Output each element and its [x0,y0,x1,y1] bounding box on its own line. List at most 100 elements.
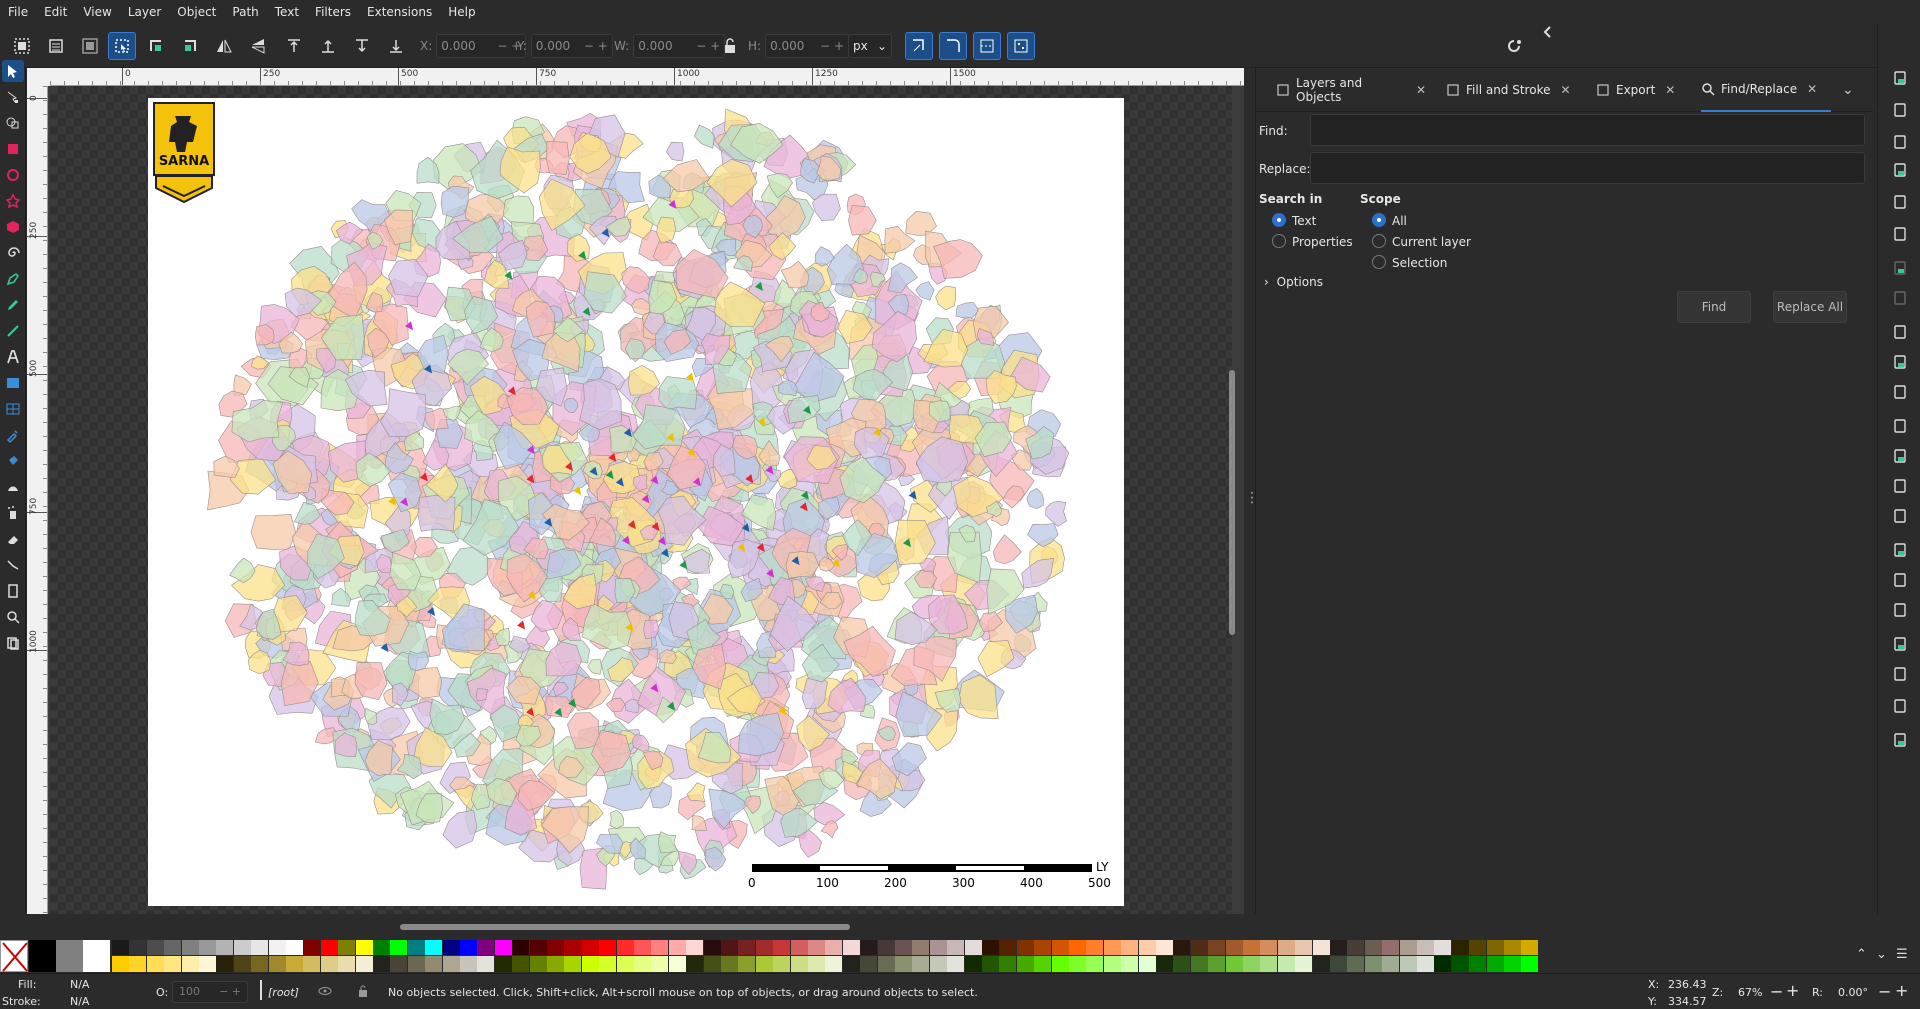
color-swatch[interactable] [529,956,547,972]
color-swatch[interactable] [964,956,982,972]
color-swatch[interactable] [355,940,373,955]
color-swatch[interactable] [1521,956,1539,972]
color-swatch[interactable] [1034,956,1052,972]
color-swatch[interactable] [199,956,216,972]
color-swatch[interactable] [1277,940,1295,955]
color-swatch[interactable] [634,940,651,955]
color-swatch[interactable] [1434,940,1452,955]
color-swatch[interactable] [1208,940,1226,955]
color-swatch[interactable] [338,940,356,955]
no-paint-swatch[interactable] [0,940,28,972]
mesh-tool-icon[interactable] [2,398,24,420]
color-swatch[interactable] [1399,940,1417,955]
stroke-value[interactable]: N/A [70,995,89,1008]
print-icon[interactable] [1890,160,1910,180]
snap-icon[interactable] [1500,32,1528,60]
rotate-minus-icon[interactable]: − [1878,982,1891,1001]
territory-shape[interactable] [658,831,678,854]
color-swatch[interactable] [1138,956,1156,972]
color-swatch[interactable] [999,956,1017,972]
color-swatch[interactable] [1260,940,1278,955]
color-swatch[interactable] [686,940,704,955]
territory-shape[interactable] [977,640,1015,678]
color-swatch[interactable] [83,940,110,972]
menu-text[interactable]: Text [267,0,307,24]
color-swatch[interactable] [494,940,512,955]
color-swatch[interactable] [616,956,634,972]
territory-shape[interactable] [905,211,937,236]
territory-shape[interactable] [798,829,822,858]
gradient-tool-icon[interactable] [2,372,24,394]
color-swatch[interactable] [912,940,930,955]
color-swatch[interactable] [164,956,182,972]
color-swatch[interactable] [599,940,617,955]
select-all-layers-icon[interactable] [42,32,70,60]
color-swatch[interactable] [1086,956,1104,972]
color-swatch[interactable] [286,956,303,972]
color-swatch[interactable] [599,956,617,972]
raise-icon[interactable] [314,32,342,60]
node-tool-icon[interactable] [2,86,24,108]
color-swatch[interactable] [251,940,269,955]
color-swatch[interactable] [947,940,965,955]
color-swatch[interactable] [1016,956,1034,972]
territory-shape[interactable] [686,782,706,803]
tab-fill-and-stroke[interactable]: Fill and Stroke ✕ [1446,68,1581,112]
color-swatch[interactable] [1417,956,1434,972]
territory-shape[interactable] [848,205,877,236]
color-swatch[interactable] [1225,956,1243,972]
color-swatch[interactable] [755,940,773,955]
w-field[interactable]: W: 0.000− + [614,34,726,58]
color-swatch[interactable] [460,940,477,955]
color-swatch[interactable] [581,940,599,955]
color-swatch[interactable] [929,956,947,972]
territory-shape[interactable] [1026,488,1044,509]
color-swatch[interactable] [564,956,582,972]
redo-icon[interactable] [1890,288,1910,308]
h-value[interactable]: 0.000 [770,35,804,57]
color-swatch[interactable] [1260,956,1278,972]
menu-layer[interactable]: Layer [120,0,169,24]
close-icon[interactable]: ✕ [1416,83,1426,97]
zoom-drawing-icon[interactable] [1890,446,1910,466]
selector-tool-icon[interactable] [2,60,24,82]
color-swatch[interactable] [1103,940,1121,955]
color-swatch[interactable] [1173,940,1191,955]
calligraphy-tool-icon[interactable] [2,320,24,342]
territory-shape[interactable] [407,650,430,672]
color-swatch[interactable] [477,940,495,955]
color-swatch[interactable] [790,940,808,955]
color-swatch[interactable] [373,956,390,972]
radio-current-layer[interactable] [1372,234,1386,248]
zoom-value[interactable]: 67% [1738,986,1762,999]
color-swatch[interactable] [494,956,512,972]
open-document-icon[interactable] [1890,100,1910,120]
color-swatch[interactable] [164,940,182,955]
color-swatch[interactable] [1156,956,1173,972]
color-swatch[interactable] [790,956,808,972]
color-swatch[interactable] [947,956,965,972]
rotation-value[interactable]: 0.00° [1838,986,1868,999]
color-swatch[interactable] [651,956,669,972]
territory-shape[interactable] [666,141,685,162]
color-swatch[interactable] [216,956,234,972]
find-button[interactable]: Find [1677,291,1751,323]
territory-shape[interactable] [475,688,489,702]
y-field[interactable]: Y: 0.000− + [517,34,613,58]
color-swatch[interactable] [1417,940,1434,955]
color-swatch[interactable] [181,956,199,972]
color-swatch[interactable] [825,940,843,955]
w-value[interactable]: 0.000 [638,35,672,57]
find-input[interactable] [1310,114,1865,146]
color-swatch[interactable] [29,940,56,972]
scroll-down-icon[interactable]: ⌄ [1876,947,1892,965]
color-swatch[interactable] [912,956,930,972]
color-swatch[interactable] [129,940,147,955]
lower-to-bottom-icon[interactable] [382,32,410,60]
text-tool-icon[interactable] [2,346,24,368]
menu-extensions[interactable]: Extensions [359,0,440,24]
color-swatch[interactable] [407,940,425,955]
territory-shape[interactable] [546,140,570,175]
zoom-out-icon[interactable]: − [1770,982,1783,1001]
spiral-tool-icon[interactable] [2,242,24,264]
